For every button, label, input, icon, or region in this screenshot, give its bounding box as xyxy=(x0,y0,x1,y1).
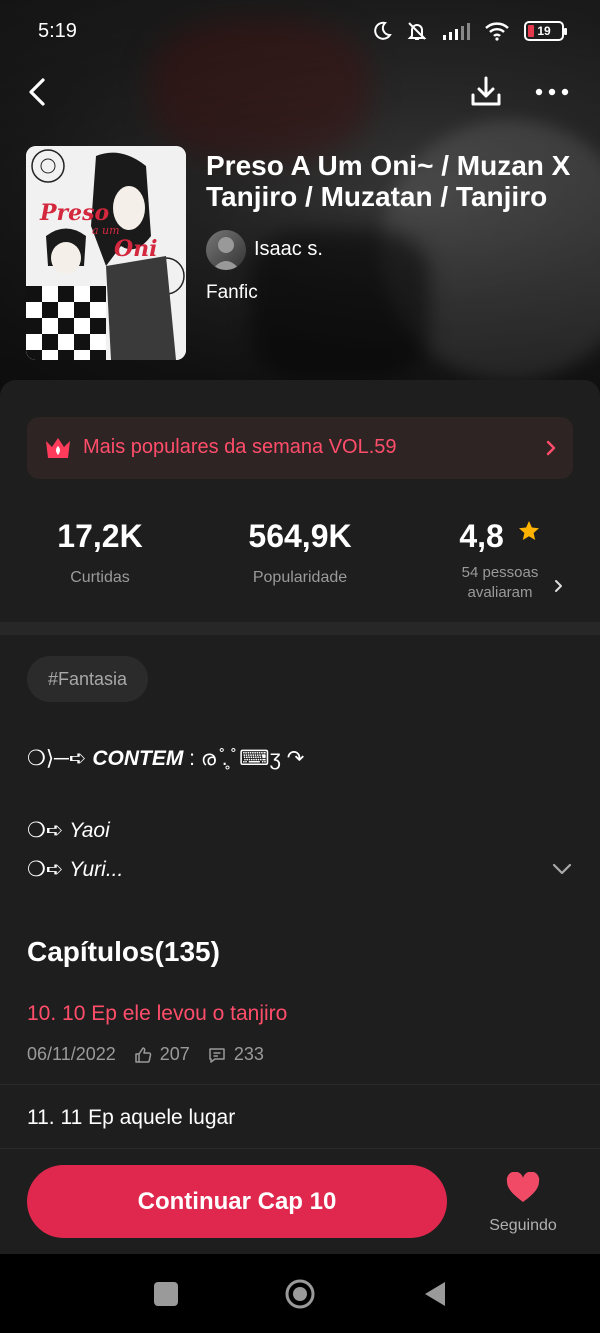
likes-value: 17,2K xyxy=(57,518,143,554)
signal-icon xyxy=(443,23,470,40)
section-divider xyxy=(0,622,600,635)
chapters-heading: Capítulos(135) xyxy=(27,936,220,967)
status-time: 5:19 xyxy=(38,20,77,42)
chapter-meta: 06/11/2022 207 233 xyxy=(27,1044,264,1065)
genre-tag[interactable]: #Fantasia xyxy=(27,656,149,702)
book-category: Fanfic xyxy=(206,282,258,303)
status-bar: 5:19 19 xyxy=(0,0,600,64)
chapter-title-current[interactable]: 10. 10 Ep ele levou o tanjiro xyxy=(27,1002,287,1026)
description-line: ❍➪ Yaoi xyxy=(27,819,110,842)
ranking-label: Mais populares da semana VOL.59 xyxy=(83,436,397,458)
system-back-button[interactable] xyxy=(423,1280,447,1308)
author-name[interactable]: Isaac s. xyxy=(254,238,323,261)
book-cover[interactable]: Preso a um Oni xyxy=(26,146,186,360)
rating-value: 4,8 xyxy=(459,518,504,554)
star-icon xyxy=(518,521,539,540)
svg-text:Preso: Preso xyxy=(39,200,109,226)
download-icon[interactable] xyxy=(468,74,504,110)
svg-text:Oni: Oni xyxy=(114,236,158,262)
rating-value-wrap: 4,8 xyxy=(440,518,560,555)
popularity-label: Popularidade xyxy=(252,569,348,586)
author-avatar[interactable] xyxy=(206,230,246,270)
comment-icon xyxy=(209,1047,225,1063)
battery-icon: 19 xyxy=(524,21,567,41)
moon-icon xyxy=(374,21,392,40)
rating-count-label: 54 pessoas avaliaram xyxy=(461,564,539,601)
continue-reading-button[interactable]: Continuar Cap 10 xyxy=(27,1165,447,1238)
wifi-icon xyxy=(485,22,509,41)
likes-label: Curtidas xyxy=(70,569,130,586)
description-line: ❍➪ Yuri... xyxy=(27,858,124,881)
heart-icon[interactable] xyxy=(506,1172,540,1204)
chevron-right-icon[interactable] xyxy=(553,578,565,594)
rating-stat[interactable]: 4,8 54 pessoas avaliaram xyxy=(440,518,560,603)
chevron-right-icon xyxy=(546,440,556,456)
chapter-title[interactable]: 11. 11 Ep aquele lugar xyxy=(27,1106,235,1130)
book-title: Preso A Um Oni~ / Muzan X Tanjiro / Muza… xyxy=(206,150,571,212)
ranking-banner[interactable]: Mais populares da semana VOL.59 xyxy=(27,417,573,479)
mute-bell-icon xyxy=(407,22,427,40)
popularity-stat: 564,9K Popularidade xyxy=(220,518,380,587)
chapter-likes: 207 xyxy=(159,1044,190,1064)
crown-icon xyxy=(46,438,70,458)
home-button[interactable] xyxy=(284,1278,316,1310)
chevron-down-icon[interactable] xyxy=(551,862,573,876)
thumbs-up-icon xyxy=(135,1046,152,1063)
row-separator xyxy=(0,1084,600,1085)
description-line: ❍⟩─➪ CONTEM : ര ̊.̥ ̊ ⌨ʒ ↷ xyxy=(27,747,305,770)
recent-apps-button[interactable] xyxy=(154,1282,178,1306)
likes-stat: 17,2K Curtidas xyxy=(40,518,160,587)
popularity-value: 564,9K xyxy=(248,518,352,554)
chapter-comments: 233 xyxy=(233,1044,264,1064)
more-options-icon[interactable] xyxy=(532,80,572,104)
follow-label[interactable]: Seguindo xyxy=(478,1217,568,1235)
status-icons: 19 xyxy=(372,20,567,42)
chapter-date: 06/11/2022 xyxy=(27,1044,116,1064)
back-arrow-icon[interactable] xyxy=(22,76,54,108)
